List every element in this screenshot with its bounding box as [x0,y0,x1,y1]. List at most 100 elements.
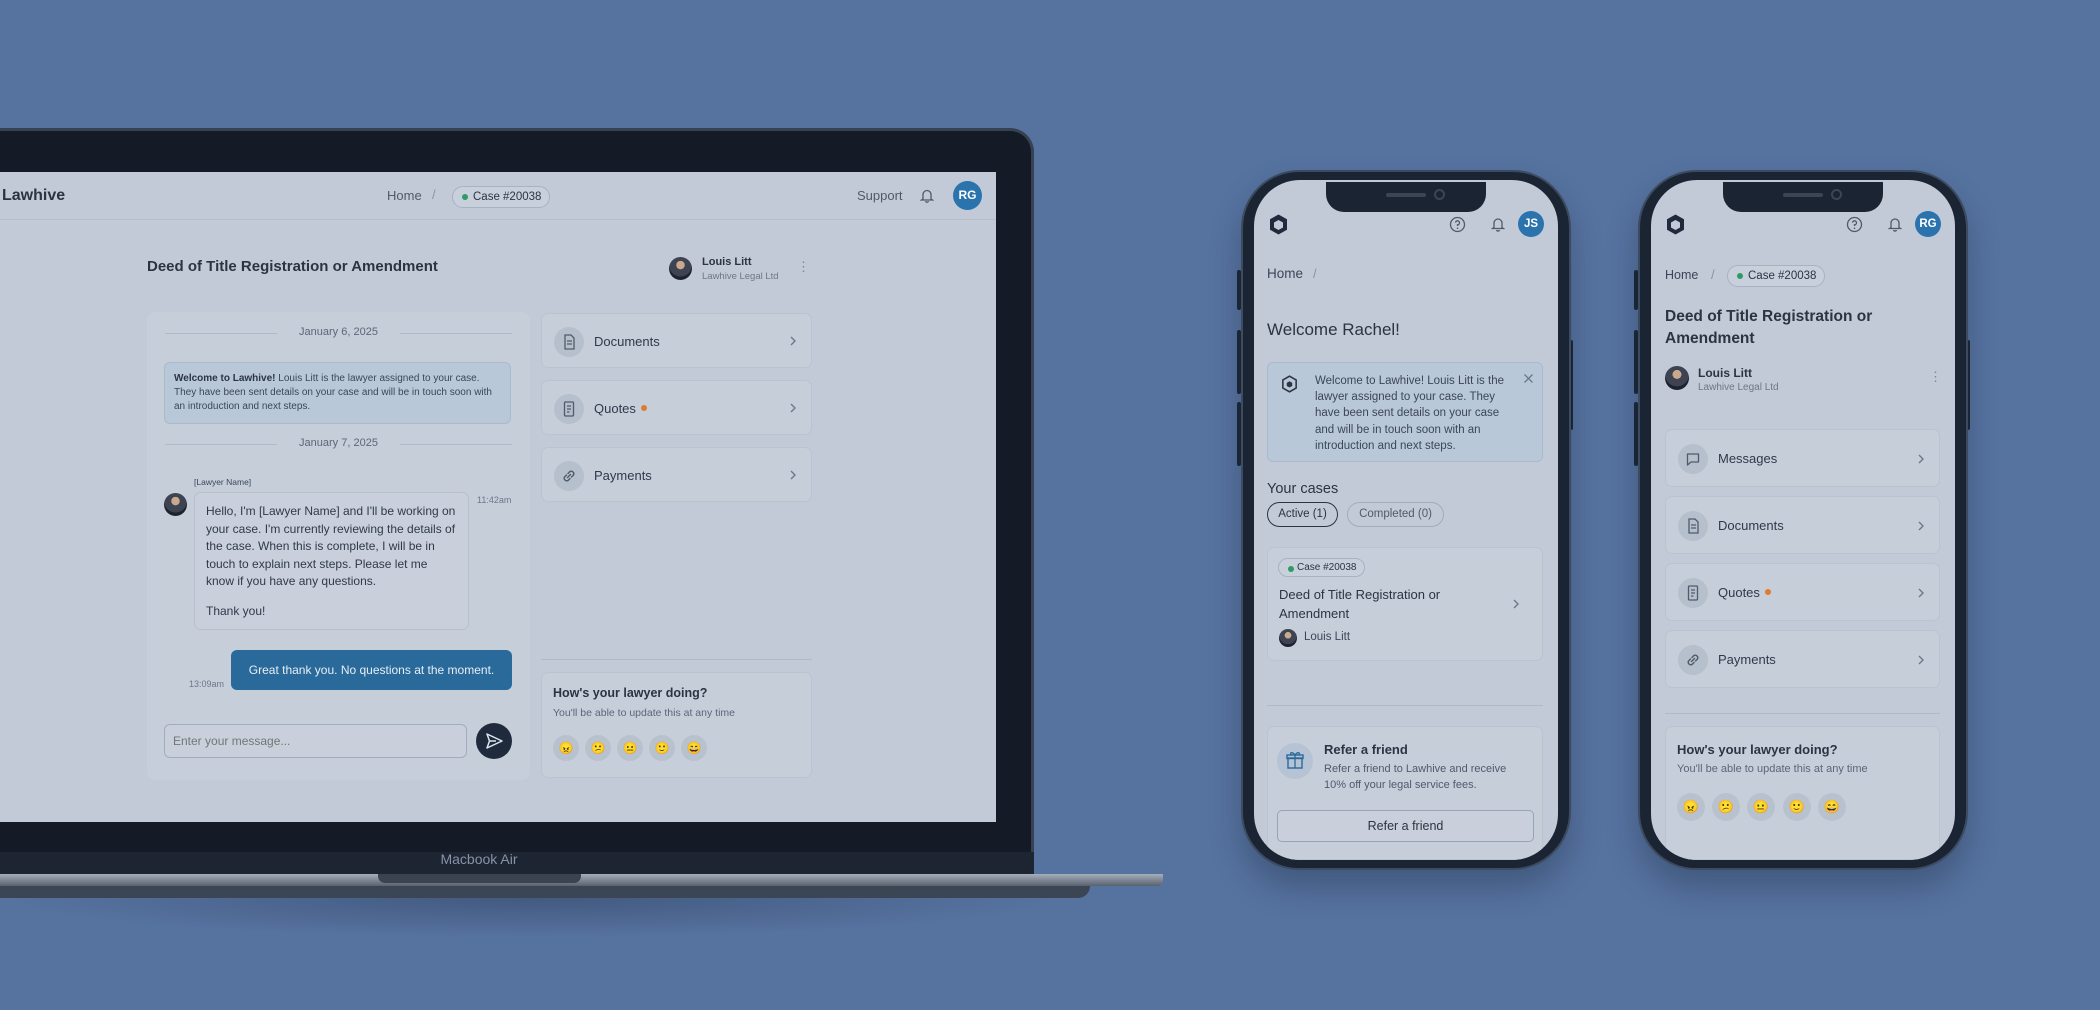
case-title: Deed of Title Registration or Amendment [147,258,438,275]
chevron-right-icon [1918,588,1924,598]
rating-emoji-happy[interactable]: 🙂 [1783,793,1811,821]
rating-emoji-angry[interactable]: 😠 [1677,793,1705,821]
more-options-icon[interactable]: ⋮ [797,260,810,273]
help-icon[interactable] [1846,216,1863,233]
logo-icon[interactable] [1268,213,1289,236]
laptop-screen: Lawhive Home / Case #20038 Support RG De… [0,172,996,822]
user-avatar[interactable]: JS [1518,211,1544,237]
lawyer-avatar [1279,629,1297,647]
refer-card: Refer a friend Refer a friend to Lawhive… [1267,726,1543,860]
logo-icon[interactable] [1665,213,1686,236]
phone-home-screen: JS Home / Welcome Rachel! Welcome to Law… [1254,180,1558,860]
case-card[interactable]: Case #20038 Deed of Title Registration o… [1267,547,1543,661]
case-badge[interactable]: Case #20038 [1727,265,1826,287]
welcome-message: Welcome to Lawhive! Louis Litt is the la… [164,362,511,424]
rating-emoji-delighted[interactable]: 😄 [1818,793,1846,821]
rating-card: How's your lawyer doing? You'll be able … [541,672,812,778]
case-badge[interactable]: Case #20038 [452,186,551,208]
refer-title: Refer a friend [1324,742,1408,757]
quote-icon [554,394,584,424]
menu-documents[interactable]: Documents [1665,496,1940,554]
divider [541,659,812,660]
document-icon [1678,511,1708,541]
bell-icon[interactable] [1888,216,1902,232]
rating-emoji-delighted[interactable]: 😄 [681,735,707,761]
logo-icon [1281,375,1298,393]
user-avatar[interactable]: RG [1915,211,1941,237]
date-divider: January 7, 2025 [165,437,512,451]
menu-quotes[interactable]: Quotes [541,380,812,435]
breadcrumb-home[interactable]: Home [387,188,422,203]
app-header: Lawhive Home / Case #20038 Support RG [0,172,996,220]
chevron-right-icon [1918,655,1924,665]
gift-icon [1277,743,1313,779]
chevron-right-icon [790,470,796,480]
send-button[interactable] [476,723,512,759]
phone-notch [1723,182,1883,212]
chat-panel: January 6, 2025 Welcome to Lawhive! Loui… [147,312,530,780]
lawyer-name: Louis Litt [702,256,752,268]
rating-emoji-sad[interactable]: 😕 [585,735,611,761]
menu-payments[interactable]: Payments [1665,630,1940,688]
link-icon [554,461,584,491]
support-link[interactable]: Support [857,188,903,203]
breadcrumb-separator: / [1711,267,1715,282]
rating-emoji-neutral[interactable]: 😐 [617,735,643,761]
phone-speaker [1783,193,1823,197]
menu-documents[interactable]: Documents [541,313,812,368]
bell-icon[interactable] [920,188,934,203]
bell-icon[interactable] [1491,216,1505,232]
link-icon [1678,645,1708,675]
breadcrumb-separator: / [1313,266,1317,281]
breadcrumb-home[interactable]: Home [1665,268,1698,282]
refer-text: Refer a friend to Lawhive and receive 10… [1324,763,1507,791]
menu-quotes[interactable]: Quotes [1665,563,1940,621]
welcome-title: Welcome Rachel! [1267,320,1400,339]
laptop-notch [378,874,581,883]
cases-heading: Your cases [1267,481,1339,497]
breadcrumb-separator: / [432,187,436,202]
send-icon [486,733,503,749]
laptop-base [0,874,1163,886]
message-sender: [Lawyer Name] [194,477,252,487]
user-avatar[interactable]: RG [953,181,982,210]
rating-emoji-angry[interactable]: 😠 [553,735,579,761]
lawyer-message-text: Hello, I'm [Lawyer Name] and I'll be wor… [206,504,456,588]
my-message-bubble: Great thank you. No questions at the mom… [231,650,512,690]
phone-notch [1326,182,1486,212]
chevron-right-icon [1918,454,1924,464]
tab-completed[interactable]: Completed (0) [1347,502,1444,527]
brand-logo[interactable]: Lawhive [2,187,65,205]
case-title: Deed of Title Registration or Amendment [1665,308,1873,347]
welcome-notice: Welcome to Lawhive! Louis Litt is the la… [1267,362,1543,462]
laptop-foot [0,886,1090,898]
phone-camera [1434,189,1445,200]
chevron-right-icon [790,336,796,346]
tab-active[interactable]: Active (1) [1267,502,1338,527]
refer-friend-button[interactable]: Refer a friend [1277,810,1534,842]
document-icon [554,327,584,357]
menu-messages[interactable]: Messages [1665,429,1940,487]
rating-emoji-sad[interactable]: 😕 [1712,793,1740,821]
lawyer-avatar [1665,366,1689,390]
rating-card: How's your lawyer doing? You'll be able … [1665,726,1940,860]
rating-emoji-neutral[interactable]: 😐 [1747,793,1775,821]
message-time: 13:09am [189,679,225,689]
close-icon[interactable] [1523,373,1534,384]
rating-emoji-happy[interactable]: 🙂 [649,735,675,761]
chevron-right-icon [1918,521,1924,531]
more-options-icon[interactable]: ⋮ [1929,370,1942,383]
phone-speaker [1386,193,1426,197]
message-input[interactable] [164,724,467,758]
lawyer-message-bubble: Hello, I'm [Lawyer Name] and I'll be wor… [194,492,469,630]
chat-icon [1678,444,1708,474]
breadcrumb-home[interactable]: Home [1267,266,1303,281]
notification-dot [640,405,647,411]
notification-dot [1764,589,1771,595]
quote-icon [1678,578,1708,608]
date-divider: January 6, 2025 [165,326,512,340]
menu-payments[interactable]: Payments [541,447,812,502]
case-badge: Case #20038 [1278,558,1365,577]
help-icon[interactable] [1449,216,1466,233]
lawyer-name: Louis Litt [1304,631,1351,643]
